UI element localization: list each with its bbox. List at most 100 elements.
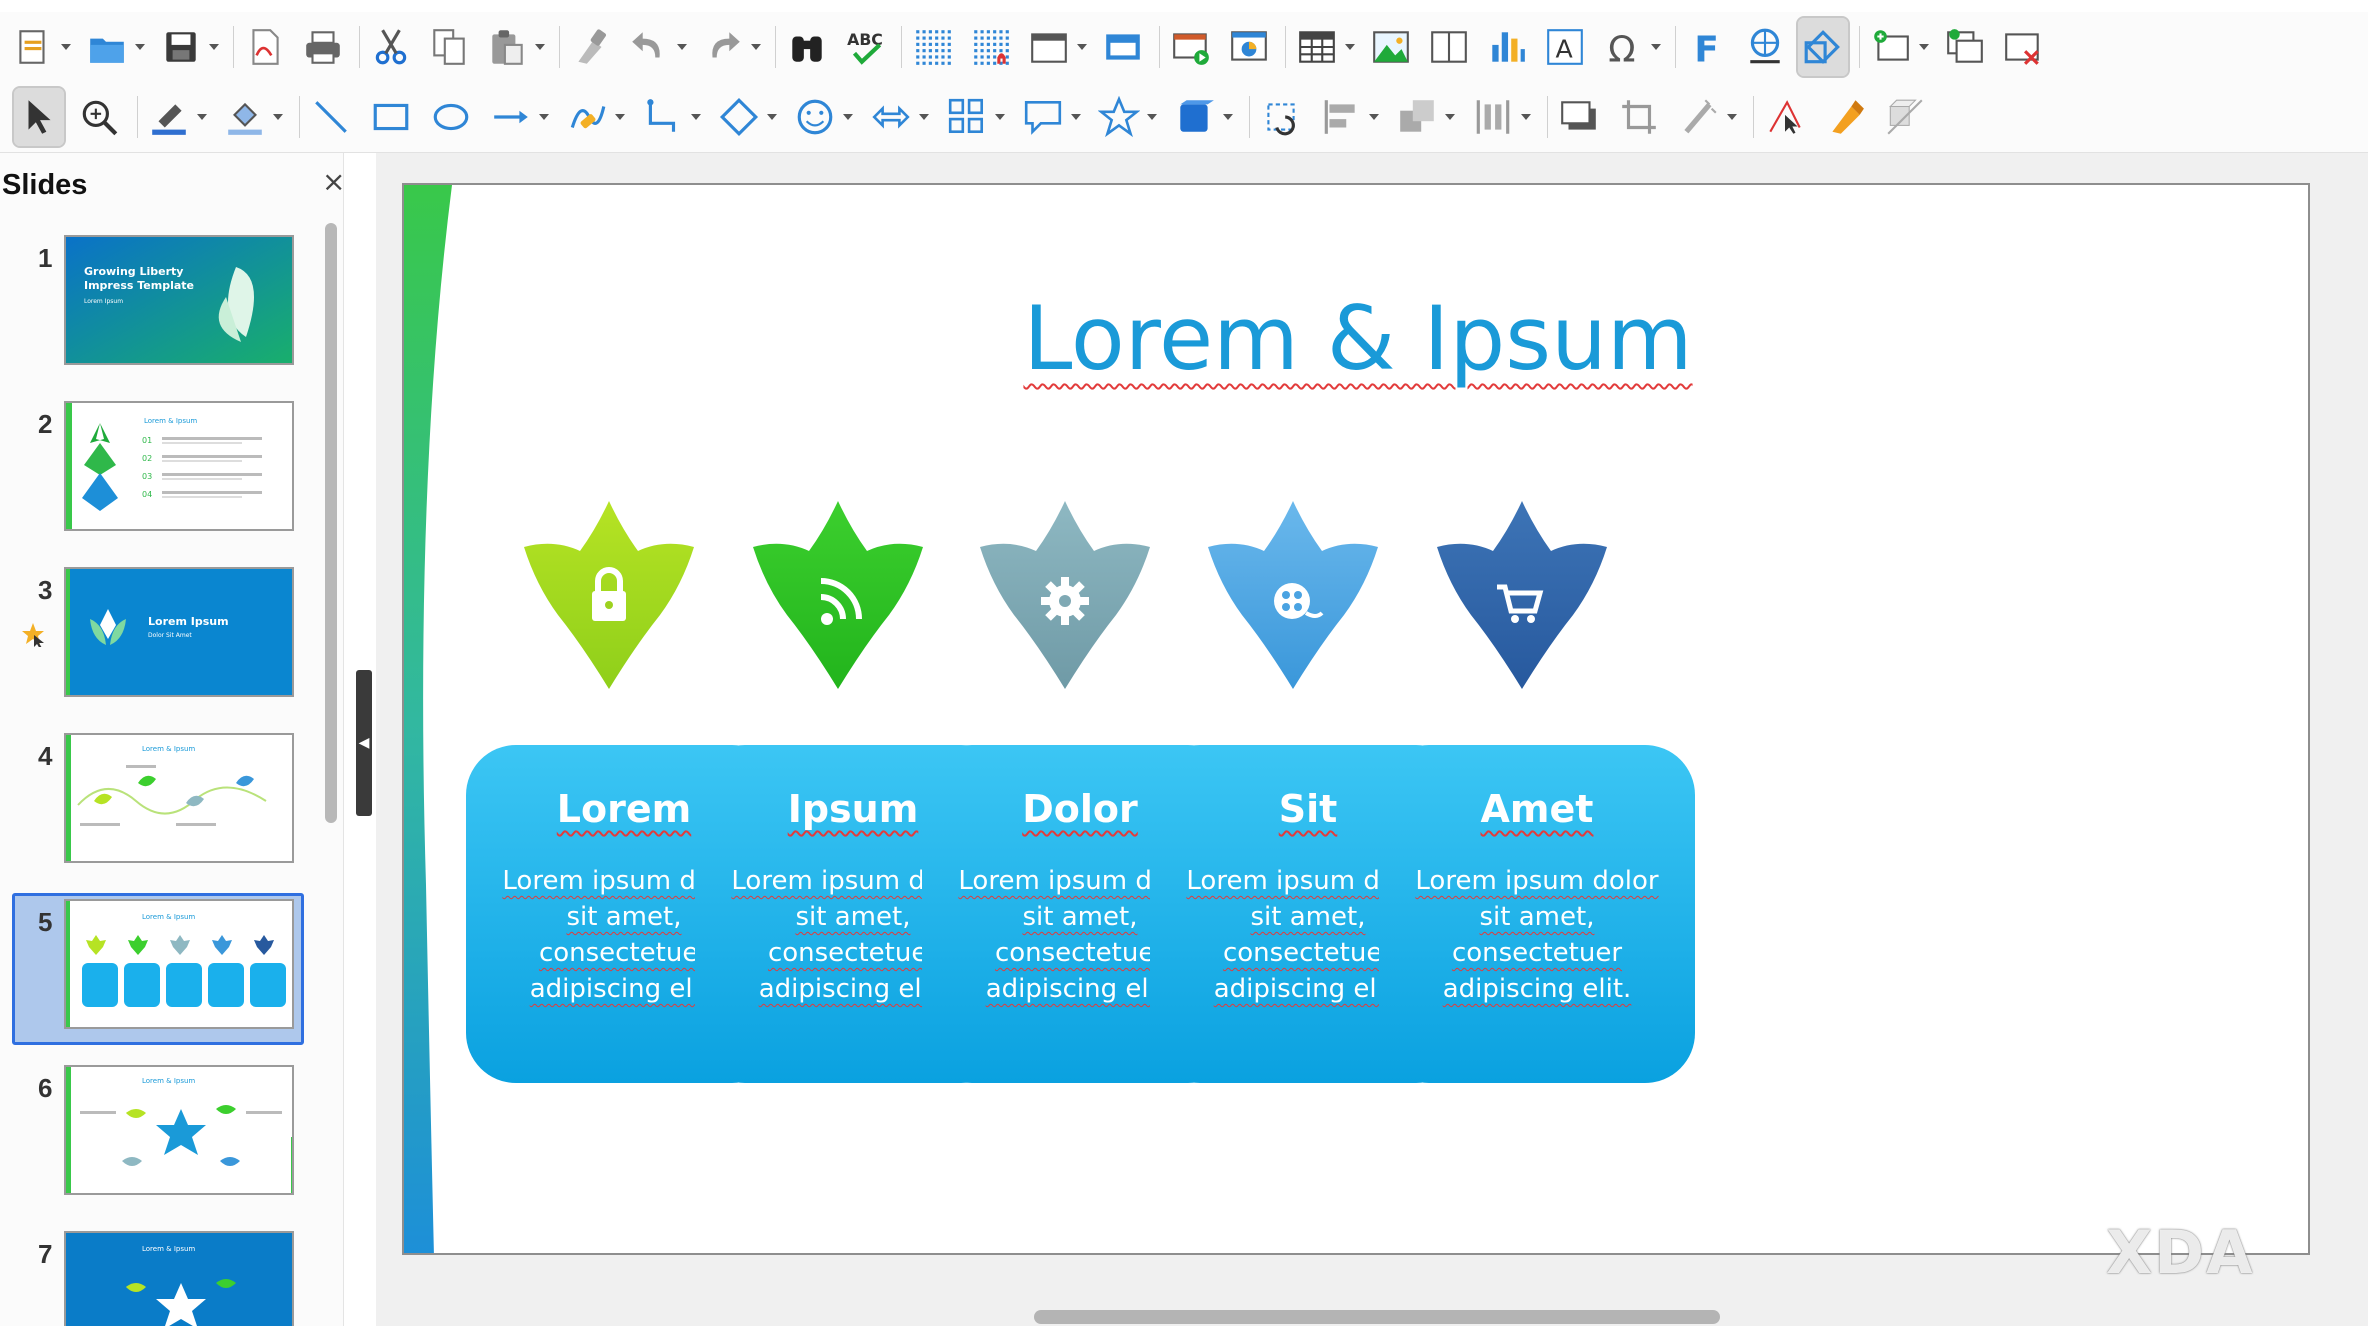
insert-table-button[interactable] [1292, 18, 1358, 76]
slide-preview[interactable]: Lorem & Ipsum 01 02 03 04 [64, 401, 294, 531]
filter-button[interactable] [1674, 88, 1740, 146]
display-grid-button[interactable] [908, 18, 958, 76]
master-slide-button[interactable] [1098, 18, 1148, 76]
slide-preview[interactable]: Lorem & Ipsum [64, 1231, 294, 1326]
delete-slide-button[interactable] [1998, 18, 2048, 76]
chevron-down-icon[interactable] [194, 88, 210, 146]
chevron-down-icon[interactable] [206, 18, 222, 76]
slide-thumbnail-1[interactable]: 1 Growing Liberty Impress Template Lorem… [0, 229, 320, 369]
chevron-down-icon[interactable] [132, 18, 148, 76]
chevron-down-icon[interactable] [1724, 88, 1740, 146]
fontwork-button[interactable]: F [1682, 18, 1732, 76]
connector-button[interactable] [638, 88, 704, 146]
insert-textbox-button[interactable]: A [1540, 18, 1590, 76]
shadow-button[interactable] [1554, 88, 1604, 146]
arrow-line-button[interactable] [486, 88, 552, 146]
find-replace-button[interactable] [782, 18, 832, 76]
slide-thumbnail-3[interactable]: 3 Lorem Ipsum Dolor Sit Amet [0, 561, 320, 701]
chevron-down-icon[interactable] [1144, 88, 1160, 146]
curve-button[interactable] [562, 88, 628, 146]
toggle-extrusion-button[interactable] [1880, 88, 1930, 146]
arrange-button[interactable] [1392, 88, 1458, 146]
leaf-shape-2[interactable] [733, 495, 943, 695]
chevron-down-icon[interactable] [612, 88, 628, 146]
chevron-down-icon[interactable] [674, 18, 690, 76]
new-slide-button[interactable] [1866, 18, 1932, 76]
chevron-down-icon[interactable] [1342, 18, 1358, 76]
slide-thumbnail-5[interactable]: 5 Lorem & Ipsum [0, 893, 320, 1045]
symbol-shapes-button[interactable] [790, 88, 856, 146]
chevron-down-icon[interactable] [1074, 18, 1090, 76]
special-character-button[interactable]: Ω [1598, 18, 1664, 76]
chevron-down-icon[interactable] [270, 88, 286, 146]
close-icon[interactable]: × [322, 165, 343, 198]
select-button[interactable] [12, 86, 66, 148]
snap-to-grid-button[interactable] [966, 18, 1016, 76]
content-card[interactable]: Amet Lorem ipsum dolor sit amet, consecte… [1379, 745, 1695, 1083]
chevron-down-icon[interactable] [688, 88, 704, 146]
insert-image-button[interactable] [1366, 18, 1416, 76]
slide-preview[interactable]: Lorem Ipsum Dolor Sit Amet [64, 567, 294, 697]
3d-objects-button[interactable] [1170, 88, 1236, 146]
start-slideshow-button[interactable] [1166, 18, 1216, 76]
hyperlink-button[interactable] [1740, 18, 1790, 76]
chevron-down-icon[interactable] [1916, 18, 1932, 76]
chevron-down-icon[interactable] [1220, 88, 1236, 146]
align-button[interactable] [1316, 88, 1382, 146]
chevron-down-icon[interactable] [1518, 88, 1534, 146]
line-color-button[interactable] [144, 88, 210, 146]
ellipse-button[interactable] [426, 88, 476, 146]
glue-points-button[interactable] [1820, 88, 1870, 146]
slide-canvas[interactable]: Lorem & Ipsum Lorem Lorem ipsum dolor sit… [402, 183, 2310, 1255]
chevron-down-icon[interactable] [1366, 88, 1382, 146]
callouts-button[interactable] [1018, 88, 1084, 146]
leaf-shape-3[interactable] [960, 495, 1170, 695]
slide-preview[interactable]: Growing Liberty Impress Template Lorem I… [64, 235, 294, 365]
slideshow-current-button[interactable] [1224, 18, 1274, 76]
chevron-down-icon[interactable] [58, 18, 74, 76]
chevron-down-icon[interactable] [840, 88, 856, 146]
spellcheck-button[interactable]: ABC [840, 18, 890, 76]
cut-button[interactable] [366, 18, 416, 76]
chevron-down-icon[interactable] [748, 18, 764, 76]
new-button[interactable] [8, 18, 74, 76]
slide-thumbnail-2[interactable]: 2 Lorem & Ipsum 01 02 03 04 [0, 395, 320, 535]
stars-button[interactable] [1094, 88, 1160, 146]
slide-thumbnail-6[interactable]: 6 Lorem & Ipsum [0, 1059, 320, 1199]
chevron-down-icon[interactable] [1068, 88, 1084, 146]
leaf-shape-5[interactable] [1417, 495, 1627, 695]
slide-thumbnail-4[interactable]: 4 Lorem & Ipsum [0, 727, 320, 867]
open-button[interactable] [82, 18, 148, 76]
points-button[interactable] [1760, 88, 1810, 146]
leaf-shape-4[interactable] [1188, 495, 1398, 695]
leaf-shape-1[interactable] [504, 495, 714, 695]
copy-button[interactable] [424, 18, 474, 76]
collapse-pane-handle[interactable]: ◀ [356, 670, 372, 816]
line-button[interactable] [306, 88, 356, 146]
chevron-down-icon[interactable] [764, 88, 780, 146]
chevron-down-icon[interactable] [1442, 88, 1458, 146]
export-pdf-button[interactable] [240, 18, 290, 76]
redo-button[interactable] [698, 18, 764, 76]
distribute-button[interactable] [1468, 88, 1534, 146]
display-views-button[interactable] [1024, 18, 1090, 76]
flowchart-button[interactable] [942, 88, 1008, 146]
duplicate-slide-button[interactable] [1940, 18, 1990, 76]
fill-color-button[interactable] [220, 88, 286, 146]
slide-preview[interactable]: Lorem & Ipsum [64, 1065, 294, 1195]
print-button[interactable] [298, 18, 348, 76]
show-draw-functions-button[interactable] [1796, 16, 1850, 78]
horizontal-scrollbar[interactable] [1034, 1310, 1720, 1324]
insert-media-button[interactable] [1424, 18, 1474, 76]
paste-button[interactable] [482, 18, 548, 76]
chevron-down-icon[interactable] [532, 18, 548, 76]
zoom-pan-button[interactable] [74, 88, 124, 146]
chevron-down-icon[interactable] [1648, 18, 1664, 76]
slide-thumbnail-7[interactable]: 7 Lorem & Ipsum [0, 1225, 320, 1326]
slide-preview[interactable]: Lorem & Ipsum [64, 733, 294, 863]
chevron-down-icon[interactable] [992, 88, 1008, 146]
insert-chart-button[interactable] [1482, 18, 1532, 76]
crop-button[interactable] [1614, 88, 1664, 146]
basic-shapes-button[interactable] [714, 88, 780, 146]
slides-pane-scrollbar[interactable] [325, 223, 337, 823]
